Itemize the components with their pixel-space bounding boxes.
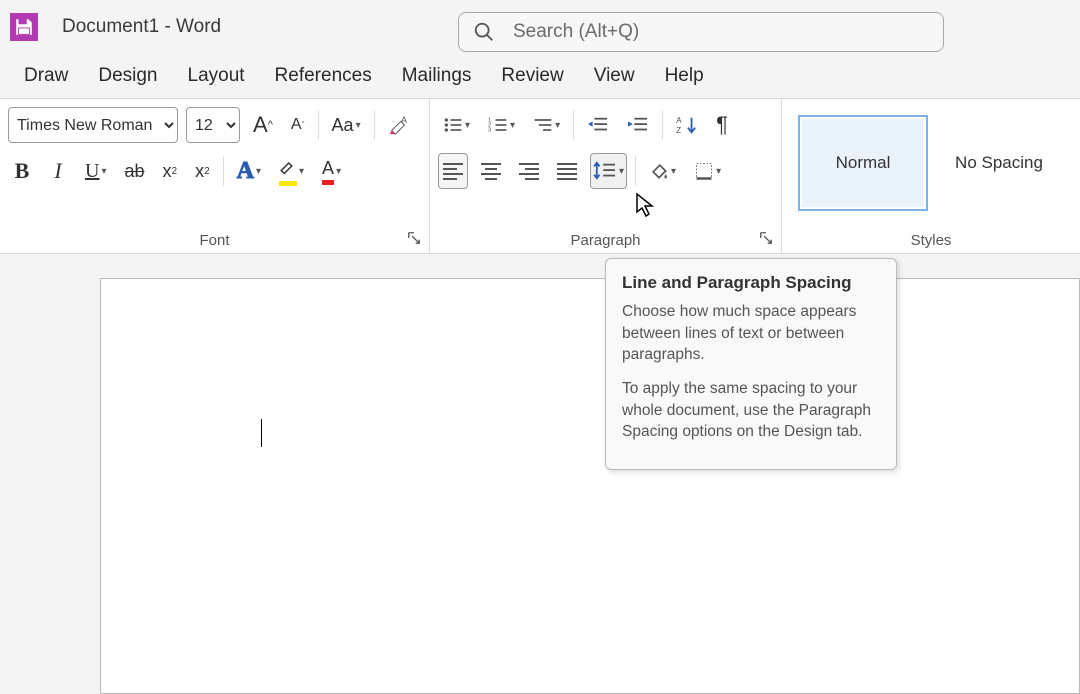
save-icon[interactable]: [10, 13, 38, 41]
strikethrough-button[interactable]: ab: [119, 153, 149, 189]
ribbon-tabs: Draw Design Layout References Mailings R…: [0, 54, 1080, 98]
document-page[interactable]: [100, 278, 1080, 694]
increase-indent-button[interactable]: [622, 107, 654, 143]
group-paragraph: ▾ 123▾ ▾ AZ ¶ ▾ ▾ ▾ Paragraph: [430, 99, 782, 253]
tab-help[interactable]: Help: [665, 65, 704, 87]
svg-text:3: 3: [488, 128, 491, 134]
tooltip-title: Line and Paragraph Spacing: [622, 273, 880, 293]
tab-draw[interactable]: Draw: [24, 65, 68, 87]
clear-formatting-button[interactable]: A: [383, 109, 415, 141]
show-paragraph-marks-button[interactable]: ¶: [711, 107, 733, 143]
search-icon: [473, 21, 495, 43]
bold-button[interactable]: B: [8, 153, 36, 189]
text-effects-button[interactable]: A▾: [232, 153, 266, 189]
tab-design[interactable]: Design: [98, 65, 157, 87]
divider: [573, 110, 574, 140]
line-spacing-icon: [593, 161, 617, 181]
align-center-button[interactable]: [476, 153, 506, 189]
divider: [374, 110, 375, 140]
borders-button[interactable]: ▾: [689, 153, 726, 189]
subscript-button[interactable]: x2: [158, 153, 183, 189]
divider: [223, 156, 224, 186]
group-label-paragraph: Paragraph: [438, 228, 773, 249]
text-cursor: [261, 419, 262, 447]
align-center-icon: [481, 163, 501, 180]
align-left-icon: [443, 163, 463, 180]
divider: [318, 110, 319, 140]
search-box[interactable]: Search (Alt+Q): [458, 12, 944, 52]
bullets-icon: [443, 116, 463, 134]
svg-text:A: A: [676, 116, 682, 125]
decrease-indent-button[interactable]: [582, 107, 614, 143]
group-font: Times New Roman 12 A^ Aˇ Aa▾ A B I U▾ ab…: [0, 99, 430, 253]
superscript-button[interactable]: x2: [190, 153, 215, 189]
align-left-button[interactable]: [438, 153, 468, 189]
line-spacing-button[interactable]: ▾: [590, 153, 627, 189]
bullets-button[interactable]: ▾: [438, 107, 475, 143]
justify-button[interactable]: [552, 153, 582, 189]
shrink-font-button[interactable]: Aˇ: [286, 107, 310, 143]
highlight-button[interactable]: ▾: [274, 153, 309, 189]
document-title: Document1 - Word: [62, 16, 221, 38]
borders-icon: [694, 161, 714, 181]
font-size-select[interactable]: 12: [186, 107, 240, 143]
svg-text:Z: Z: [676, 126, 681, 135]
divider: [635, 156, 636, 186]
indent-icon: [627, 116, 649, 134]
style-no-spacing[interactable]: No Spacing: [934, 115, 1064, 211]
change-case-button[interactable]: Aa▾: [327, 107, 366, 143]
tooltip-paragraph-2: To apply the same spacing to your whole …: [622, 378, 880, 443]
sort-button[interactable]: AZ: [671, 107, 703, 143]
font-name-select[interactable]: Times New Roman: [8, 107, 178, 143]
style-normal[interactable]: Normal: [798, 115, 928, 211]
grow-font-button[interactable]: A^: [248, 107, 278, 143]
ribbon: Times New Roman 12 A^ Aˇ Aa▾ A B I U▾ ab…: [0, 98, 1080, 254]
tab-layout[interactable]: Layout: [188, 65, 245, 87]
group-styles: Normal No Spacing Styles: [782, 99, 1080, 253]
sort-icon: AZ: [676, 115, 698, 135]
paragraph-dialog-launcher[interactable]: [759, 231, 775, 247]
divider: [662, 110, 663, 140]
font-dialog-launcher[interactable]: [407, 231, 423, 247]
align-right-icon: [519, 163, 539, 180]
multilevel-list-button[interactable]: ▾: [528, 107, 565, 143]
paint-bucket-icon: [649, 161, 669, 181]
search-placeholder: Search (Alt+Q): [513, 21, 639, 43]
numbering-icon: 123: [488, 116, 508, 134]
align-right-button[interactable]: [514, 153, 544, 189]
tooltip-paragraph-1: Choose how much space appears between li…: [622, 301, 880, 366]
numbering-button[interactable]: 123▾: [483, 107, 520, 143]
outdent-icon: [587, 116, 609, 134]
shading-button[interactable]: ▾: [644, 153, 681, 189]
italic-button[interactable]: I: [44, 153, 72, 189]
tab-view[interactable]: View: [594, 65, 635, 87]
multilevel-icon: [533, 116, 553, 134]
tab-mailings[interactable]: Mailings: [402, 65, 472, 87]
font-color-button[interactable]: A▾: [317, 153, 346, 189]
tab-review[interactable]: Review: [501, 65, 563, 87]
group-label-styles: Styles: [790, 228, 1072, 249]
tooltip-line-spacing: Line and Paragraph Spacing Choose how mu…: [605, 258, 897, 470]
svg-text:A: A: [400, 115, 407, 125]
underline-button[interactable]: U▾: [80, 153, 111, 189]
group-label-font: Font: [8, 228, 421, 249]
justify-icon: [557, 163, 577, 180]
tab-references[interactable]: References: [275, 65, 372, 87]
